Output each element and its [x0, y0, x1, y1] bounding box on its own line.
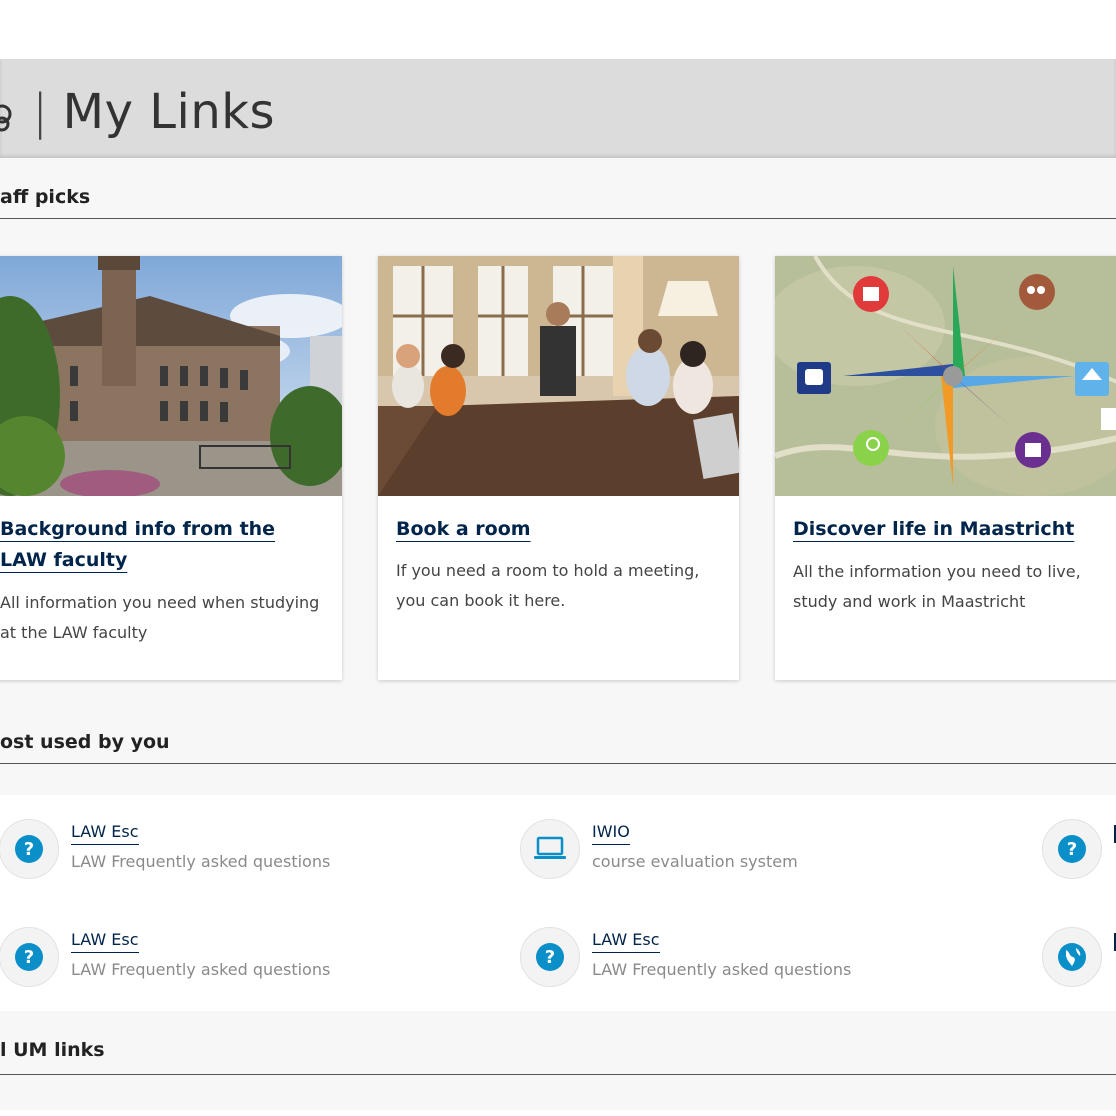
svg-text:?: ? — [24, 839, 34, 860]
card-book-room[interactable]: Book a room If you need a room to hold a… — [378, 256, 739, 680]
link-name[interactable]: LAW Esc — [592, 930, 660, 953]
svg-text:?: ? — [1067, 839, 1077, 860]
link-item[interactable]: ? LAW Esc LAW Frequently asked questions — [0, 819, 379, 879]
top-bar — [0, 0, 1116, 59]
link-description: LAW Frequently asked questions — [71, 960, 331, 979]
card-title[interactable]: Book a room — [396, 514, 726, 545]
card-maastricht[interactable]: Discover life in Maastricht All the info… — [775, 256, 1116, 680]
question-icon: ? — [1042, 819, 1102, 879]
title-text: My Links — [62, 84, 276, 140]
link-description: LAW Frequently asked questions — [71, 852, 331, 871]
section-title-all-links: l UM links — [0, 1039, 105, 1061]
card-description: All information you need when studying a… — [0, 593, 320, 642]
section-title-most-used: ost used by you — [0, 731, 170, 753]
section-divider — [0, 218, 1116, 219]
svg-text:?: ? — [24, 947, 34, 968]
section-divider — [0, 763, 1116, 764]
maastricht-compass-map — [775, 256, 1116, 496]
section-divider — [0, 1074, 1116, 1075]
card-title[interactable]: Discover life in Maastricht — [793, 514, 1113, 545]
meeting-room-photo — [378, 256, 739, 496]
law-faculty-building-photo — [0, 256, 342, 496]
bottom-panel — [0, 1110, 1116, 1116]
link-icon — [0, 104, 12, 132]
link-item[interactable]: ? LAW Esc LAW Frequently asked questions — [520, 927, 900, 987]
card-title[interactable]: Background info from the LAW faculty — [0, 514, 320, 576]
section-title-staff-picks: aff picks — [0, 186, 91, 208]
link-item[interactable]: ? — [1042, 819, 1116, 879]
globe-icon — [1042, 927, 1102, 987]
card-description: All the information you need to live, st… — [793, 562, 1081, 611]
link-name[interactable]: LAW Esc — [71, 822, 139, 845]
laptop-icon — [520, 819, 580, 879]
svg-text:?: ? — [545, 947, 555, 968]
link-description: LAW Frequently asked questions — [592, 960, 852, 979]
link-description: course evaluation system — [592, 852, 798, 871]
question-icon: ? — [0, 927, 59, 987]
link-name[interactable]: IWIO — [592, 822, 630, 845]
card-law-faculty[interactable]: Background info from the LAW faculty All… — [0, 256, 342, 680]
card-description: If you need a room to hold a meeting, yo… — [396, 561, 700, 610]
link-item[interactable] — [1042, 927, 1116, 987]
question-icon: ? — [0, 819, 59, 879]
link-name[interactable]: LAW Esc — [71, 930, 139, 953]
link-item[interactable]: ? LAW Esc LAW Frequently asked questions — [0, 927, 379, 987]
question-icon: ? — [520, 927, 580, 987]
page-title: | My Links — [0, 82, 275, 142]
title-separator: | — [32, 84, 49, 140]
link-item[interactable]: IWIO course evaluation system — [520, 819, 900, 879]
